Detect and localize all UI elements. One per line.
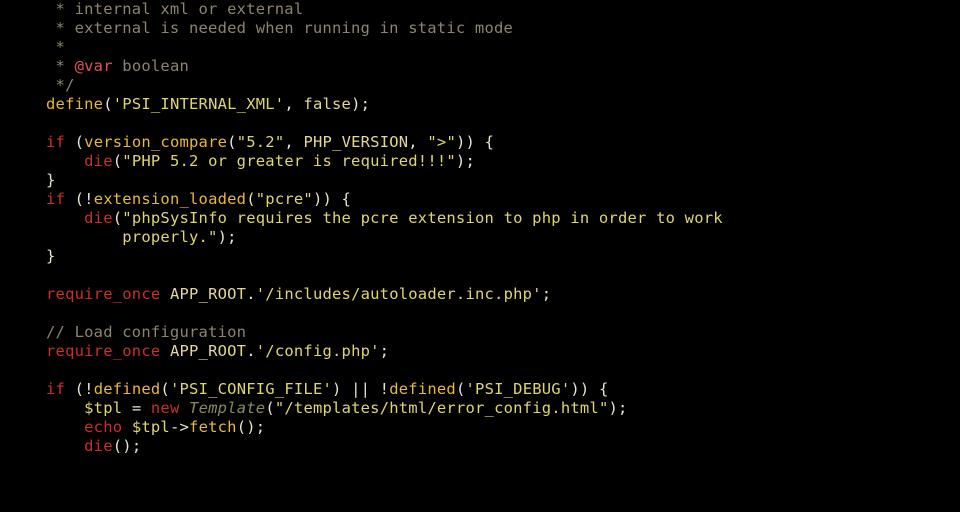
brace: } <box>46 171 56 189</box>
code-line: $tpl = new Template("/templates/html/err… <box>46 399 628 417</box>
comment-line: // Load configuration <box>46 323 246 341</box>
class-name: Template <box>189 399 265 417</box>
comment-line: * external is needed when running in sta… <box>46 19 513 37</box>
string-literal: 'PSI_INTERNAL_XML' <box>113 95 285 113</box>
code-editor[interactable]: * internal xml or external * external is… <box>0 0 960 456</box>
code-line: require_once APP_ROOT.'/includes/autoloa… <box>46 285 551 303</box>
keyword-if: if <box>46 133 65 151</box>
keyword-echo: echo <box>84 418 122 436</box>
code-line: if (version_compare("5.2", PHP_VERSION, … <box>46 133 494 151</box>
string-literal: "PHP 5.2 or greater is required!!!" <box>122 152 456 170</box>
code-line: die(); <box>46 437 141 455</box>
code-line: die("PHP 5.2 or greater is required!!!")… <box>46 152 475 170</box>
code-line: properly."); <box>46 228 237 246</box>
brace: } <box>46 247 56 265</box>
function-call: define <box>46 95 103 113</box>
method-call: fetch <box>189 418 237 436</box>
comment-line: */ <box>46 76 75 94</box>
keyword-require: require_once <box>46 285 160 303</box>
phpdoc-tag: @var <box>75 57 113 75</box>
code-line: if (!defined('PSI_CONFIG_FILE') || !defi… <box>46 380 609 398</box>
comment-line: * @var boolean <box>46 57 189 75</box>
code-line: if (!extension_loaded("pcre")) { <box>46 190 351 208</box>
variable: $tpl <box>84 399 122 417</box>
code-line: die("phpSysInfo requires the pcre extens… <box>46 209 723 227</box>
function-call: version_compare <box>84 133 227 151</box>
comment-line: * internal xml or external <box>46 0 303 18</box>
function-call: extension_loaded <box>94 190 247 208</box>
function-call: defined <box>94 380 161 398</box>
keyword-die: die <box>84 152 113 170</box>
code-line: define('PSI_INTERNAL_XML', false); <box>46 95 370 113</box>
constant: false <box>303 95 351 113</box>
keyword-new: new <box>151 399 180 417</box>
code-line: require_once APP_ROOT.'/config.php'; <box>46 342 389 360</box>
comment-line: * <box>46 38 65 56</box>
code-line: echo $tpl->fetch(); <box>46 418 265 436</box>
